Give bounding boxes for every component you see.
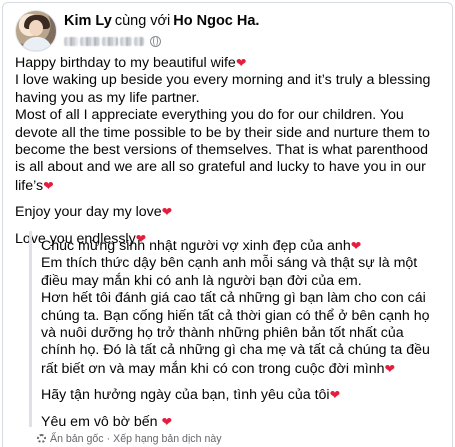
- heart-icon: ❤: [329, 387, 341, 403]
- translation-paragraph: Chúc mừng sinh nhật người vợ xinh đẹp củ…: [41, 237, 434, 255]
- translation-text: Hơn hết tôi đánh giá cao tất cả những gì…: [41, 290, 430, 377]
- paragraph-text: Enjoy your day my love: [15, 204, 162, 221]
- blurred-timestamp[interactable]: [64, 36, 78, 46]
- post-header: Kim Ly cùng với Ho Ngoc Ha.: [15, 6, 435, 52]
- author-name[interactable]: Kim Ly: [64, 13, 112, 29]
- translation-paragraph: Yêu em vô bờ bến ❤: [41, 413, 434, 431]
- avatar-body: [22, 37, 52, 51]
- gear-icon[interactable]: [37, 434, 46, 443]
- rate-translation-link[interactable]: Xếp hạng bản dịch này: [113, 433, 221, 445]
- heart-icon: ❤: [43, 177, 54, 193]
- blurred-timestamp-part: [102, 36, 118, 46]
- heart-icon: ❤: [161, 204, 173, 220]
- post-paragraph: Most of all I appreciate everything you …: [15, 107, 435, 195]
- translation-text: Em thích thức dậy bên cạnh anh mỗi sáng …: [41, 255, 418, 289]
- paragraph-text: I love waking up beside you every mornin…: [15, 72, 431, 106]
- blurred-timestamp-part: [80, 36, 100, 46]
- post-paragraph: Happy birthday to my beautiful wife❤: [15, 54, 435, 72]
- avatar-face: [29, 20, 43, 36]
- blurred-timestamp-part: [134, 36, 144, 46]
- translation-paragraph: Hãy tận hưởng ngày của bạn, tình yêu của…: [41, 386, 434, 404]
- hide-original-link[interactable]: Ẩn bản gốc: [50, 433, 104, 445]
- with-text: cùng với: [114, 13, 171, 29]
- heart-icon: ❤: [161, 413, 173, 429]
- heart-icon: ❤: [384, 360, 395, 376]
- separator-dot: ·: [106, 432, 111, 445]
- post-paragraph: I love waking up beside you every mornin…: [15, 72, 435, 107]
- translation-actions: Ẩn bản gốc · Xếp hạng bản dịch này: [37, 432, 222, 445]
- translation-text: Yêu em vô bờ bến: [41, 413, 158, 430]
- globe-icon[interactable]: [150, 35, 161, 47]
- translated-text: Chúc mừng sinh nhật người vợ xinh đẹp củ…: [29, 231, 434, 430]
- author-avatar[interactable]: [15, 10, 57, 52]
- post-paragraph: Enjoy your day my love❤: [15, 203, 435, 221]
- heart-icon: ❤: [235, 55, 247, 70]
- tagged-name[interactable]: Ho Ngoc Ha.: [173, 13, 259, 29]
- paragraph-text: Happy birthday to my beautiful wife: [15, 55, 236, 71]
- heart-icon: ❤: [350, 238, 362, 253]
- blurred-timestamp-part: [120, 36, 132, 46]
- post-meta: [64, 34, 161, 48]
- translation-text: Chúc mừng sinh nhật người vợ xinh đẹp củ…: [41, 238, 351, 254]
- post-body: Happy birthday to my beautiful wife❤ I l…: [15, 54, 435, 248]
- translation-text: Hãy tận hưởng ngày của bạn, tình yêu của…: [41, 387, 330, 404]
- author-line: Kim Ly cùng với Ho Ngoc Ha.: [64, 12, 259, 30]
- translation-paragraph: Hơn hết tôi đánh giá cao tất cả những gì…: [41, 290, 434, 378]
- paragraph-text: Most of all I appreciate everything you …: [15, 107, 430, 194]
- translation-paragraph: Em thích thức dậy bên cạnh anh mỗi sáng …: [41, 255, 434, 290]
